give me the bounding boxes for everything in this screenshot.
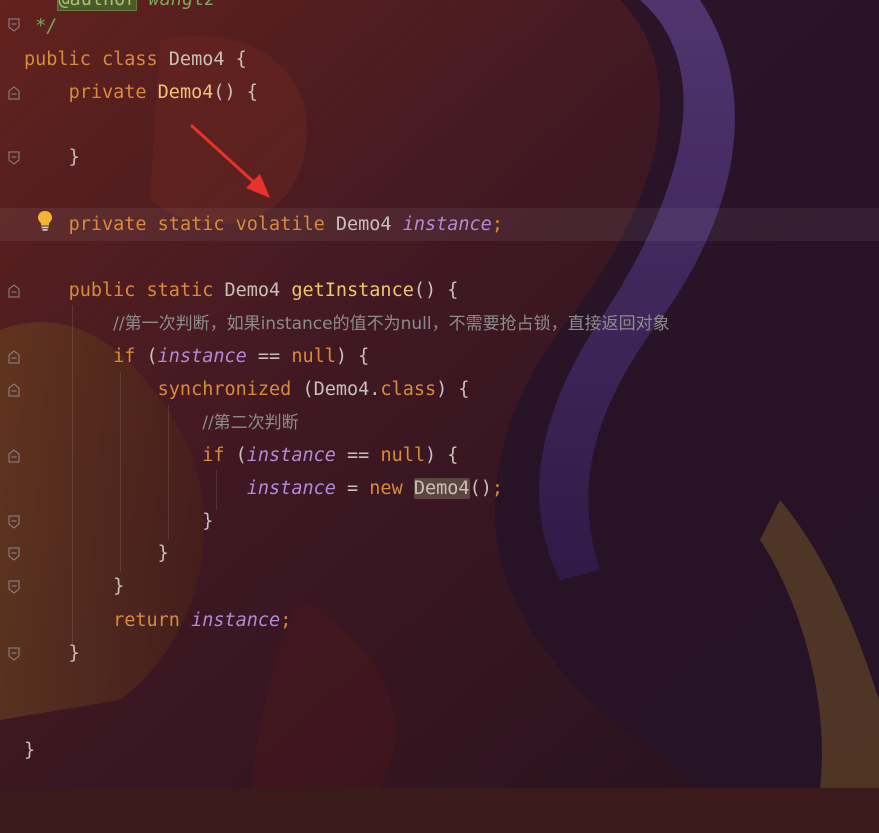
code-line: } xyxy=(68,147,80,168)
fold-icon[interactable] xyxy=(8,547,20,561)
code-line: instance = new Demo4(); xyxy=(246,478,503,499)
lightbulb-icon[interactable] xyxy=(36,210,54,232)
code-line: } xyxy=(113,576,125,597)
fold-icon[interactable] xyxy=(8,18,20,32)
fold-icon[interactable] xyxy=(8,647,20,661)
doc-comment-end: */ xyxy=(35,16,58,37)
class-name: Demo4 xyxy=(168,49,225,70)
code-line-current: private static volatile Demo4 instance; xyxy=(0,208,879,241)
code-line: //第二次判断 xyxy=(0,406,879,439)
code-line: } xyxy=(24,740,36,761)
code-line: if (instance == null) { xyxy=(202,445,459,466)
code-line: } xyxy=(68,643,80,664)
code-line: //第一次判断，如果instance的值不为null，不需要抢占锁，直接返回对象 xyxy=(0,307,879,340)
field-name: instance xyxy=(402,214,492,235)
code-line: private Demo4() { xyxy=(68,82,258,103)
fold-icon[interactable] xyxy=(8,580,20,594)
fold-icon[interactable] xyxy=(8,350,20,364)
fold-icon[interactable] xyxy=(8,151,20,165)
method-name: getInstance xyxy=(291,280,414,301)
fold-icon[interactable] xyxy=(8,515,20,529)
code-line: if (instance == null) { xyxy=(113,346,370,367)
code-editor[interactable]: @author wanglz */ public class Demo4 { p… xyxy=(0,0,879,788)
constructor-name: Demo4 xyxy=(157,82,214,103)
code-line: } xyxy=(157,543,169,564)
line-comment: //第一次判断，如果instance的值不为null，不需要抢占锁，直接返回对象 xyxy=(113,314,670,334)
constructor-call-highlight: Demo4 xyxy=(413,478,470,499)
code-line: public class Demo4 { xyxy=(24,49,247,70)
line-comment: //第二次判断 xyxy=(202,413,299,433)
fold-icon[interactable] xyxy=(8,86,20,100)
fold-icon[interactable] xyxy=(8,449,20,463)
code-line: } xyxy=(202,511,214,532)
code-line: public static Demo4 getInstance() { xyxy=(68,280,459,301)
fold-icon[interactable] xyxy=(8,284,20,298)
code-line: return instance; xyxy=(113,610,292,631)
fold-icon[interactable] xyxy=(8,383,20,397)
code-line: synchronized (Demo4.class) { xyxy=(157,379,470,400)
code-line: */ xyxy=(0,10,879,43)
